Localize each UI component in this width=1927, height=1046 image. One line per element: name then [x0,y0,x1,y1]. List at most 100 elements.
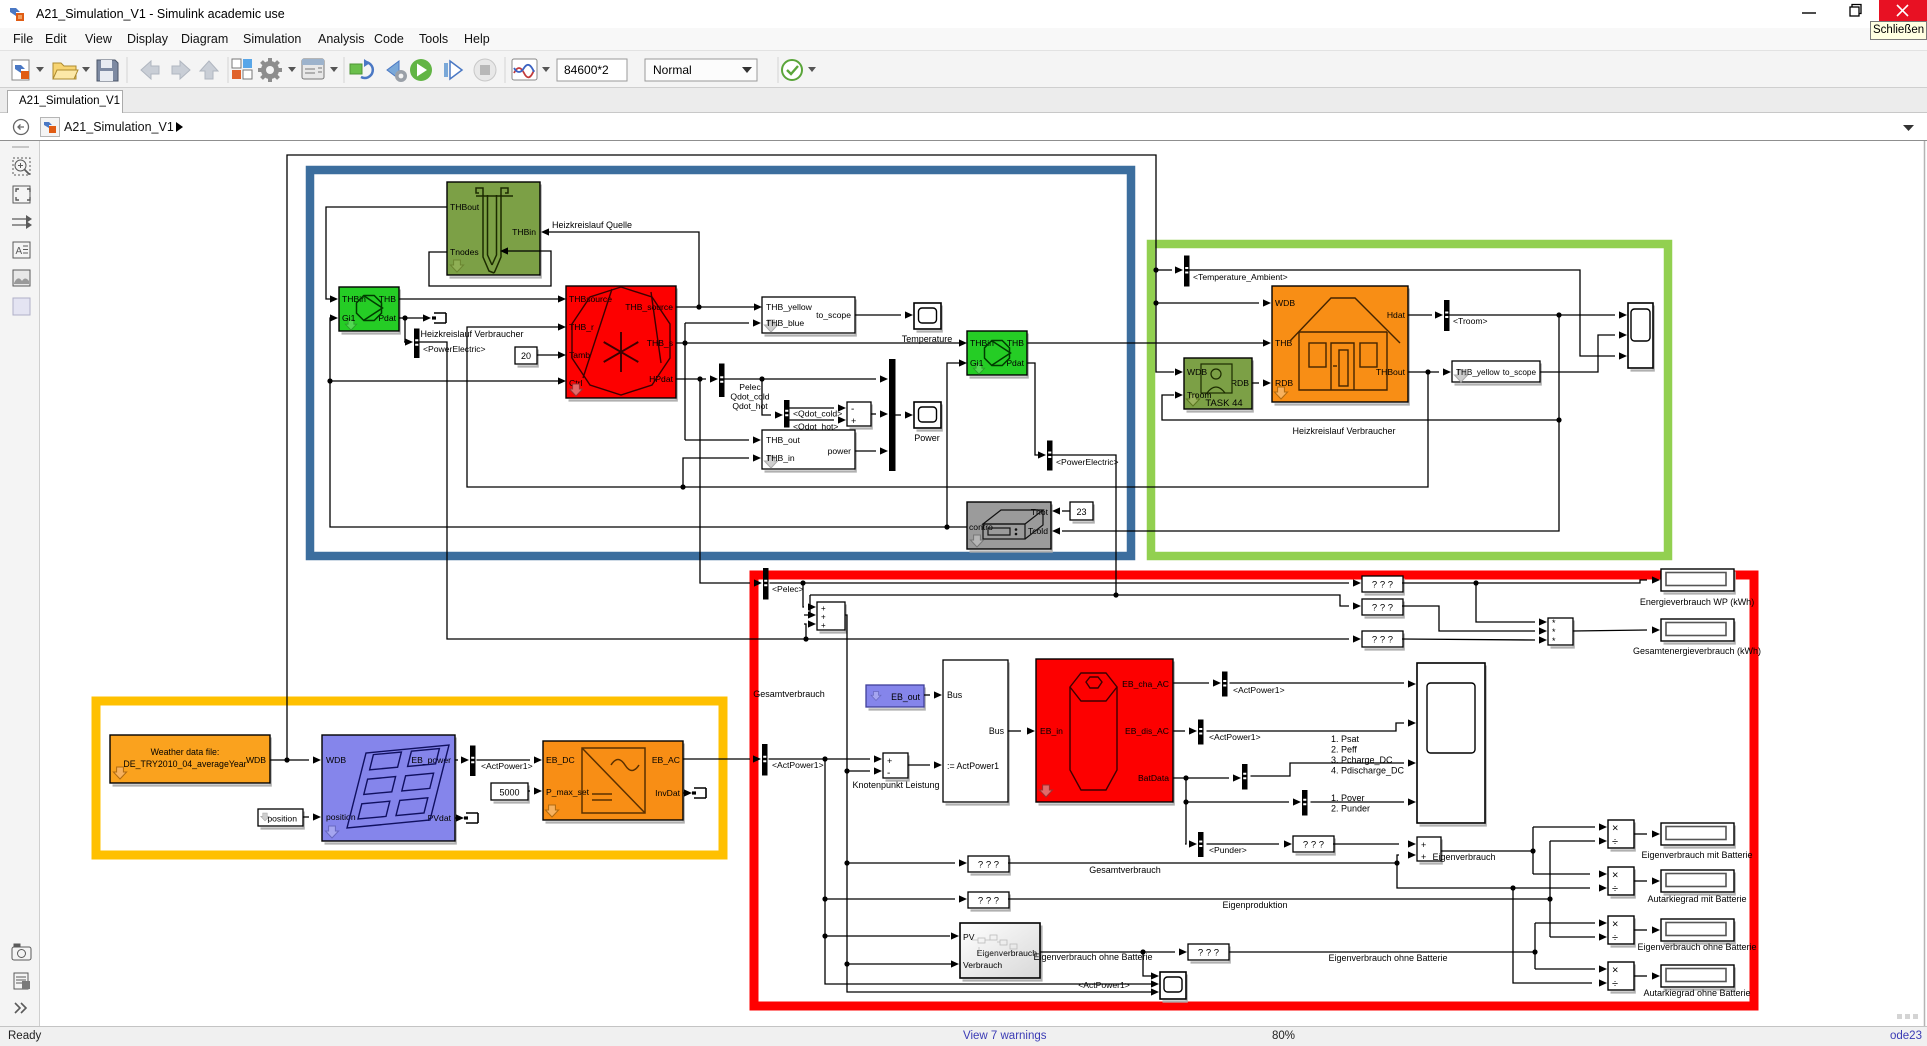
svg-text:Eigenverbrauch: Eigenverbrauch [1432,852,1495,862]
svg-text:A: A [16,246,23,257]
svg-text:<ActPower1>: <ActPower1> [481,761,533,771]
svg-text:Energieverbrauch WP (kWh): Energieverbrauch WP (kWh) [1640,597,1754,607]
svg-text:? ? ?: ? ? ? [1372,580,1393,591]
svg-text:EB_AC: EB_AC [652,755,680,765]
svg-text:Knotenpunkt Leistung: Knotenpunkt Leistung [852,780,939,790]
svg-text:Weather data file:: Weather data file: [151,747,220,757]
svg-text:THBin: THBin [512,227,536,237]
svg-text:THB: THB [1007,338,1024,348]
svg-text:? ? ?: ? ? ? [1372,635,1393,646]
svg-text:Gesamtverbrauch: Gesamtverbrauch [753,689,825,699]
svg-text:×: × [1612,870,1618,882]
svg-text:<ActPower1>: <ActPower1> [1233,685,1285,695]
svg-text:5000: 5000 [499,788,519,798]
svg-text:Autarkiegrad mit Batterie: Autarkiegrad mit Batterie [1647,894,1746,904]
svg-text:EB_DC: EB_DC [546,755,575,765]
svg-text:×: × [1612,965,1618,977]
svg-text:<Temperature_Ambient>: <Temperature_Ambient> [1193,272,1288,282]
svg-text:Bus: Bus [947,690,963,700]
svg-text:BatData: BatData [1138,773,1169,783]
svg-text:+: + [821,621,826,630]
svg-text:20: 20 [521,351,531,361]
svg-text:Gi1: Gi1 [342,313,356,323]
svg-text:THB_in: THB_in [766,453,795,463]
svg-text:Heizkreislauf Quelle: Heizkreislauf Quelle [552,220,632,230]
svg-text:<Pelec>: <Pelec> [772,584,804,594]
svg-text:÷: ÷ [1612,883,1618,895]
svg-text:THBout: THBout [1376,367,1406,377]
svg-text:THBin: THBin [342,294,366,304]
svg-text:EB_out: EB_out [891,692,920,702]
svg-text:1. Psat: 1. Psat [1331,734,1360,744]
svg-text:to_scope: to_scope [816,310,851,320]
svg-text:+: + [851,416,856,426]
svg-text:THB_blue: THB_blue [766,318,804,328]
svg-text:Eigenverbrauch ohne Batterie: Eigenverbrauch ohne Batterie [1637,942,1756,952]
svg-text:THB_yellow: THB_yellow [1456,368,1500,377]
svg-text:+: + [887,756,892,766]
svg-text:Autarkiegrad ohne Batterie: Autarkiegrad ohne Batterie [1643,988,1750,998]
svg-text:Eigenverbrauch ohne Batterie: Eigenverbrauch ohne Batterie [1328,953,1447,963]
svg-text:Gesamtenergieverbrauch (kWh): Gesamtenergieverbrauch (kWh) [1633,646,1761,656]
svg-text:84600*2: 84600*2 [564,63,609,77]
svg-text:+: + [1421,852,1426,862]
svg-text:-: - [851,404,854,415]
svg-text::= ActPower1: := ActPower1 [947,761,999,771]
svg-text:RDB: RDB [1231,378,1249,388]
svg-text:THB: THB [1275,338,1292,348]
svg-text:EB_in: EB_in [1040,726,1063,736]
svg-text:+: + [1421,840,1426,850]
svg-text:HPdat: HPdat [649,374,673,384]
svg-text:position: position [267,814,297,824]
svg-text:Power: Power [914,433,940,443]
svg-text:THBout: THBout [450,202,480,212]
svg-text:THB_yellow: THB_yellow [766,302,813,312]
svg-text:THB_s: THB_s [647,338,673,348]
svg-text:<Qdot_cold>: <Qdot_cold> [793,409,842,419]
svg-text:EB_dis_AC: EB_dis_AC [1125,726,1169,736]
svg-text:Qdot_cold: Qdot_cold [730,392,769,402]
svg-text:? ? ?: ? ? ? [978,860,999,871]
svg-text:Tnodes: Tnodes [450,247,479,257]
svg-text:Eigenverbrauch mit Batterie: Eigenverbrauch mit Batterie [1641,850,1752,860]
svg-text:EB_cha_AC: EB_cha_AC [1122,679,1169,689]
svg-text:Gesamtverbrauch: Gesamtverbrauch [1089,865,1161,875]
svg-text:? ? ?: ? ? ? [1198,948,1219,959]
svg-text:InvDat: InvDat [655,788,680,798]
svg-text:×: × [1612,823,1618,835]
svg-text:-: - [887,768,890,779]
svg-text:×: × [1612,919,1618,931]
svg-text:Bus: Bus [989,726,1005,736]
svg-text:Qdot_hot: Qdot_hot [732,401,768,411]
svg-text:Heizkreislauf Verbraucher: Heizkreislauf Verbraucher [420,329,523,339]
svg-text:÷: ÷ [1612,978,1618,990]
svg-text:THBsource: THBsource [569,294,612,304]
svg-text:2. Punder: 2. Punder [1331,804,1370,814]
svg-text:? ? ?: ? ? ? [1303,840,1324,851]
svg-text:THB_out: THB_out [766,435,801,445]
svg-text:Eigenproduktion: Eigenproduktion [1222,900,1287,910]
svg-text:23: 23 [1076,507,1086,517]
svg-text:to_scope: to_scope [1503,368,1537,377]
svg-text:<PowerElectric>: <PowerElectric> [423,344,486,354]
svg-text:<ActPower1>: <ActPower1> [1209,732,1261,742]
svg-text:Eigenverbrauch ohne Batterie: Eigenverbrauch ohne Batterie [1033,952,1152,962]
svg-text:THB_source: THB_source [625,302,673,312]
svg-text:WDB: WDB [326,755,346,765]
svg-text:Heizkreislauf Verbraucher: Heizkreislauf Verbraucher [1292,426,1395,436]
svg-text:÷: ÷ [1612,836,1618,848]
svg-text:PV: PV [963,932,975,942]
svg-text:WDB: WDB [246,755,266,765]
svg-text:*: * [1552,636,1556,646]
svg-text:Gi1: Gi1 [970,358,984,368]
svg-text:Verbrauch: Verbrauch [963,960,1002,970]
svg-text:<Punder>: <Punder> [1209,845,1247,855]
svg-text:WDB: WDB [1187,367,1207,377]
svg-text:<ActPower1>: <ActPower1> [1078,980,1130,990]
svg-text:4. Pdischarge_DC: 4. Pdischarge_DC [1331,766,1405,776]
svg-text:? ? ?: ? ? ? [978,896,999,907]
svg-text:<PowerElectric>: <PowerElectric> [1056,457,1119,467]
svg-text:Pelec: Pelec [739,382,761,392]
svg-text:WDB: WDB [1275,298,1295,308]
svg-text:DE_TRY2010_04_averageYear: DE_TRY2010_04_averageYear [123,759,246,769]
